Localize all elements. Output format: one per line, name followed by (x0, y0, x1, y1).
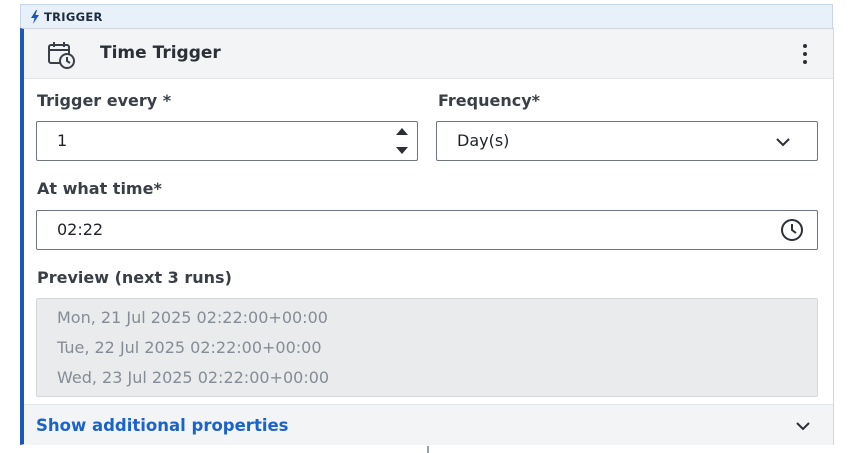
at-what-time-label: At what time* (37, 179, 162, 198)
kebab-dot (803, 44, 807, 48)
calendar-clock-icon (48, 42, 75, 69)
clock-icon[interactable] (780, 218, 804, 242)
preview-run-item: Mon, 21 Jul 2025 02:22:00+00:00 (57, 308, 328, 327)
kebab-dot (803, 52, 807, 56)
frequency-label: Frequency* (438, 91, 541, 110)
connector-tick (427, 446, 429, 453)
card-header: Time Trigger (24, 29, 833, 79)
time-value: 02:22 (57, 220, 104, 239)
lightning-bolt-icon (31, 9, 39, 24)
frequency-value: Day(s) (457, 131, 510, 150)
kebab-dot (803, 60, 807, 64)
more-vertical-icon[interactable] (797, 42, 813, 66)
preview-label: Preview (next 3 runs) (37, 268, 232, 287)
chevron-down-icon[interactable] (775, 136, 791, 148)
trigger-every-value: 1 (57, 131, 68, 150)
chevron-down-icon[interactable] (795, 420, 811, 432)
trigger-every-label: Trigger every * (37, 91, 172, 110)
additional-properties-bar[interactable]: Show additional properties (24, 404, 833, 445)
frequency-select[interactable]: Day(s) (436, 121, 818, 161)
trigger-every-input[interactable]: 1 (36, 121, 418, 161)
time-trigger-card: Time Trigger Trigger every * 1 Frequency… (20, 28, 834, 445)
card-title: Time Trigger (100, 43, 221, 63)
preview-runs-box: Mon, 21 Jul 2025 02:22:00+00:00 Tue, 22 … (36, 298, 818, 397)
trigger-section-tag: TRIGGER (20, 4, 833, 28)
trigger-tag-label: TRIGGER (44, 9, 103, 24)
decrement-icon[interactable] (395, 144, 409, 156)
show-additional-properties-link[interactable]: Show additional properties (36, 416, 289, 435)
preview-run-item: Tue, 22 Jul 2025 02:22:00+00:00 (57, 338, 322, 357)
increment-icon[interactable] (395, 126, 409, 138)
number-stepper[interactable] (395, 126, 409, 156)
preview-run-item: Wed, 23 Jul 2025 02:22:00+00:00 (57, 368, 330, 387)
time-input[interactable]: 02:22 (36, 210, 818, 250)
